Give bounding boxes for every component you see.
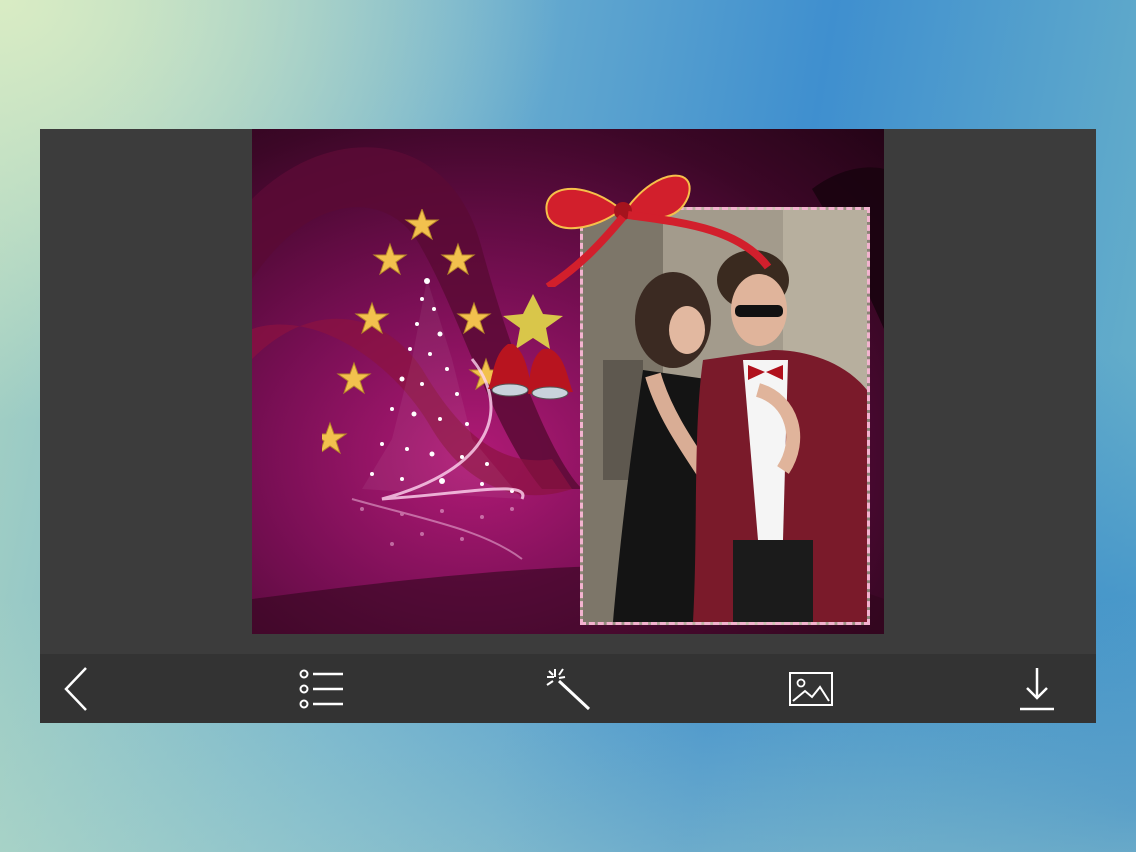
magic-wand-icon	[546, 668, 591, 711]
back-arrow-icon	[64, 667, 87, 711]
menu-list-button[interactable]	[297, 664, 347, 714]
bottom-toolbar	[40, 654, 1096, 723]
download-icon	[1020, 668, 1054, 711]
image-icon	[789, 672, 833, 706]
gallery-button[interactable]	[786, 664, 836, 714]
save-button[interactable]	[1012, 664, 1062, 714]
bells-decoration	[488, 294, 573, 400]
frame-canvas[interactable]	[252, 129, 884, 634]
effects-button[interactable]	[543, 664, 593, 714]
editor-window	[40, 129, 1096, 723]
list-icon	[299, 669, 343, 709]
tree-reflection-decoration	[351, 498, 523, 560]
red-bow-decoration	[545, 174, 772, 287]
back-button[interactable]	[52, 664, 102, 714]
